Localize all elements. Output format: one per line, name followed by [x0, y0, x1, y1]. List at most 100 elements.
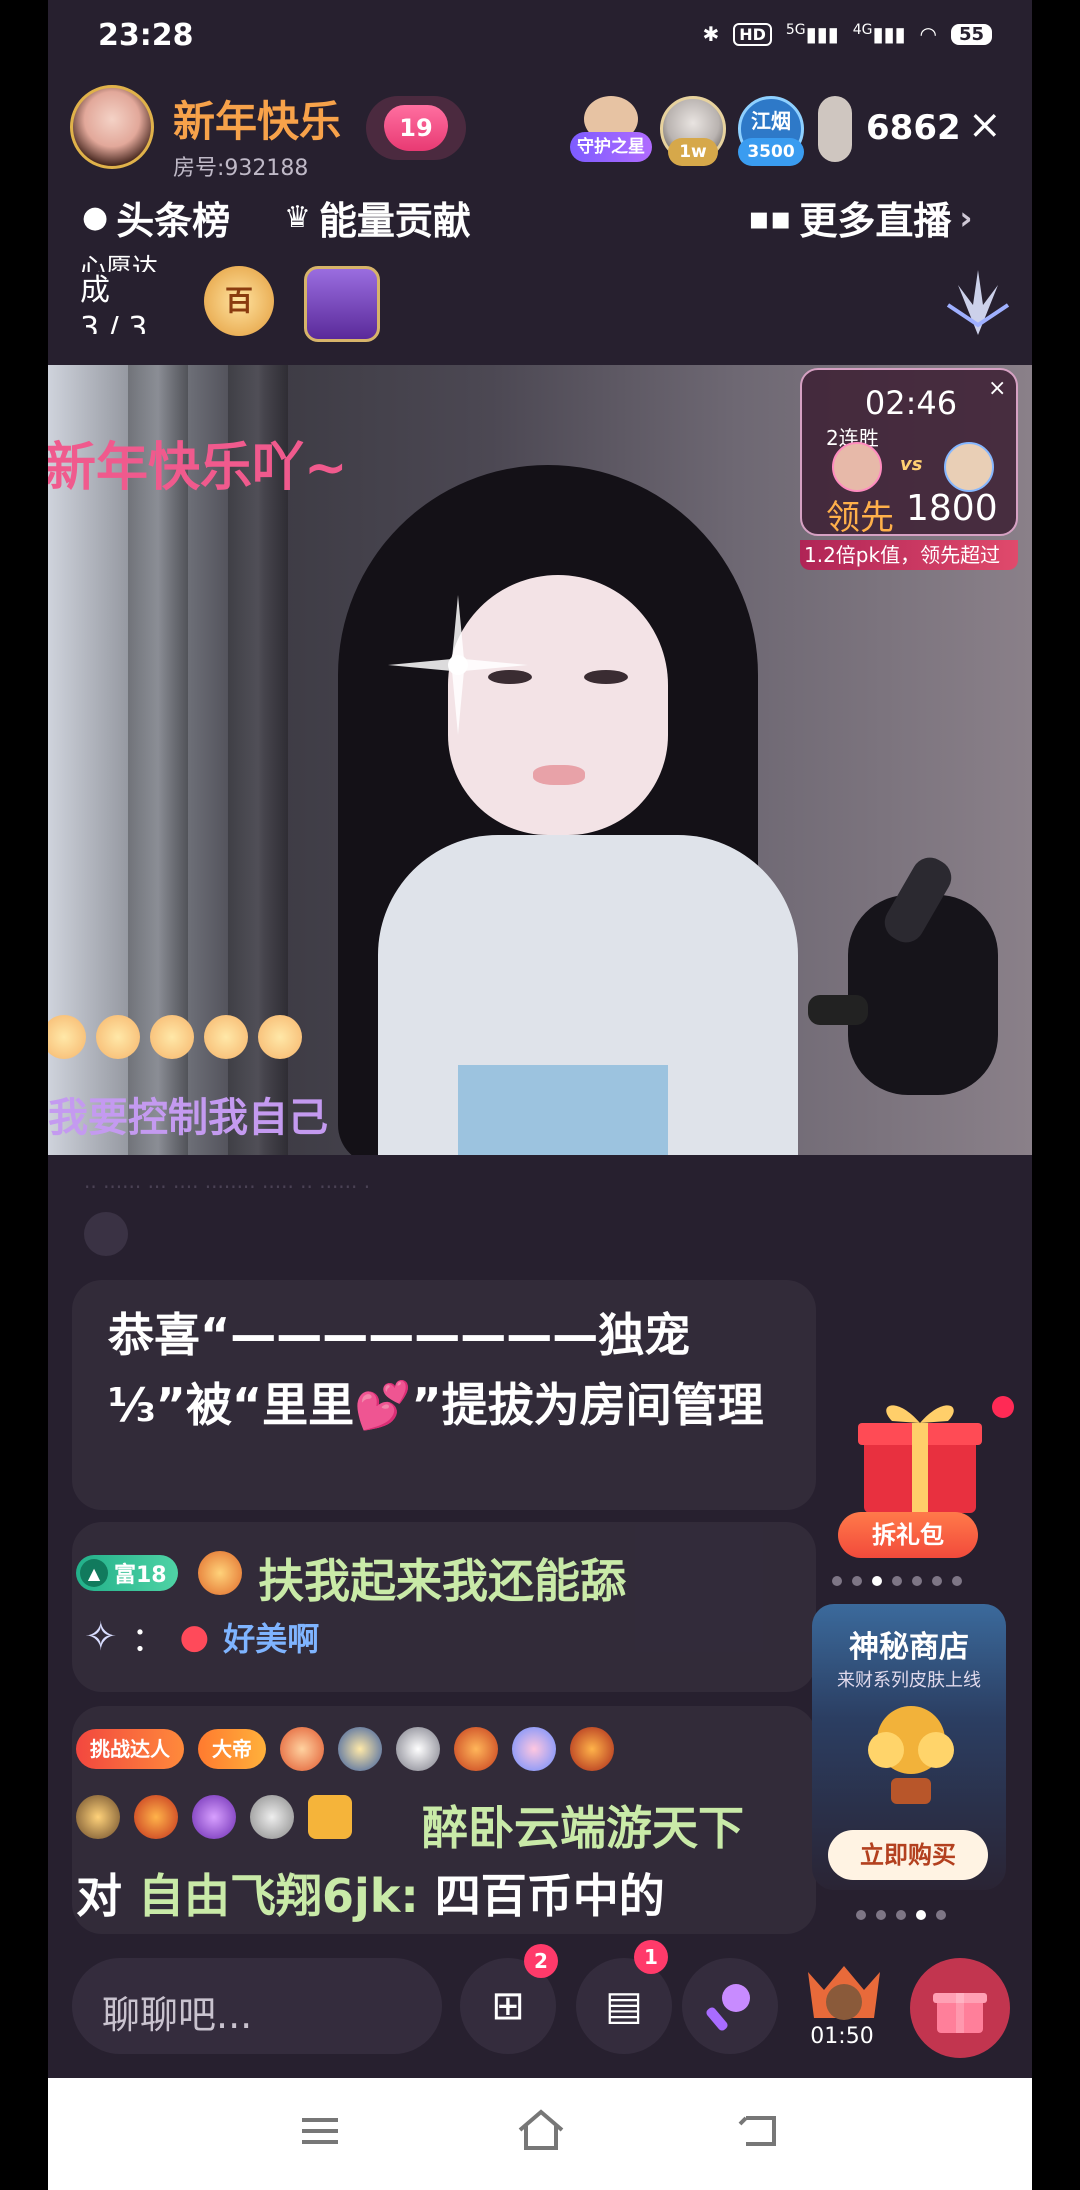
grid-icon: ▪▪: [748, 198, 792, 237]
back-icon[interactable]: [736, 2110, 780, 2150]
silver-icon: [250, 1795, 294, 1839]
guard-star[interactable]: 守护之星: [570, 96, 652, 162]
chat-reply-text: 好美啊: [223, 1619, 320, 1658]
more-live-label: 更多直播: [799, 199, 952, 243]
carousel-dot: [912, 1576, 922, 1586]
angel-wing-icon: ✧: [84, 1613, 118, 1660]
smiley-icon: [150, 1015, 194, 1059]
smiley-icon: [96, 1015, 140, 1059]
pk-lead-label: 领先: [826, 498, 894, 538]
carousel-dots: [832, 1576, 962, 1586]
headline-rank-label: 头条榜: [116, 199, 231, 243]
medal-icon[interactable]: 百: [204, 266, 274, 336]
gift-icon: [933, 1993, 987, 2033]
challenge-badge: 挑战达人: [76, 1729, 184, 1769]
carousel-dot: [916, 1910, 926, 1920]
smiley-icon: [48, 1015, 86, 1059]
room-number: 房号:932188: [173, 156, 309, 181]
viewer-avatar[interactable]: [818, 96, 852, 162]
crown-icon: ♛: [284, 200, 311, 235]
pet-icon: [512, 1727, 556, 1771]
pk-note: 1.2倍pk值，领先超过: [800, 540, 1018, 570]
carousel-dot: [892, 1576, 902, 1586]
wish-line1: 心愿达: [80, 254, 159, 272]
video-overlay-caption: 我要控制我自己: [48, 1095, 328, 1141]
eye: [584, 670, 628, 684]
streamer-name[interactable]: 新年快乐: [173, 88, 358, 149]
carousel-dot: [932, 1576, 942, 1586]
buy-now-button[interactable]: 立即购买: [828, 1830, 988, 1880]
carousel-dot: [832, 1576, 842, 1586]
chevron-right-icon: ›: [959, 198, 973, 237]
heart-level: 19: [399, 114, 433, 142]
rank-icon: [280, 1727, 324, 1771]
badge-row: 挑战达人 大帝: [76, 1727, 614, 1771]
carousel-dot: [952, 1576, 962, 1586]
shield-medal-icon[interactable]: [304, 266, 380, 342]
gem-icon: [192, 1795, 236, 1839]
smiley-icon: [258, 1015, 302, 1059]
energy-contrib-label: 能量贡献: [318, 199, 471, 243]
eagle-icon: [76, 1795, 120, 1839]
energy-contrib-button[interactable]: ♛ 能量贡献: [284, 190, 471, 245]
chat-prefix: 对: [76, 1869, 122, 1923]
chat-message-text: 对 自由飞翔6jk: 四百币中的: [76, 1860, 665, 1926]
flame-icon: ●: [82, 200, 109, 235]
pk-vs: vs: [900, 454, 923, 475]
carousel-dot: [856, 1910, 866, 1920]
signal-4g-icon: 4G▮▮▮: [852, 22, 906, 46]
sparkle-icon: [388, 595, 528, 735]
more-live-button[interactable]: ▪▪ 更多直播 ›: [748, 190, 973, 245]
carousel-dots: [856, 1910, 946, 1920]
follow-heart-button[interactable]: 19: [366, 96, 466, 160]
pk-score: 1800: [906, 488, 998, 529]
treasure-timer: 01:50: [810, 2024, 874, 2049]
microphone-icon: [706, 1984, 750, 2031]
wish-goal[interactable]: 心愿达 成 3 / 3: [80, 250, 158, 334]
chat-username[interactable]: 扶我起来我还能舔: [258, 1545, 626, 1611]
angel-wing-icon[interactable]: [938, 265, 1018, 341]
voice-mic-button[interactable]: [682, 1958, 778, 2054]
card-icon: [308, 1795, 352, 1839]
messages-badge: 1: [634, 1940, 668, 1974]
bluetooth-icon: ✱: [702, 22, 720, 46]
emperor-badge: 大帝: [198, 1729, 266, 1769]
medal-icon: [198, 1551, 242, 1595]
medal-icon: [134, 1795, 178, 1839]
gift-pack-button[interactable]: 拆礼包: [838, 1512, 978, 1558]
headline-rank-button[interactable]: ● 头条榜: [82, 190, 230, 245]
triangle-icon: ▲: [80, 1559, 108, 1587]
chat-text: 四百币中的: [418, 1869, 665, 1923]
badge-row: [76, 1795, 352, 1839]
wish-line2: 成: [80, 273, 110, 308]
close-icon[interactable]: ×: [968, 102, 1002, 148]
pin-icon: ●: [179, 1616, 210, 1657]
pk-panel[interactable]: × 02:46 2连胜 vs 领先 1800: [800, 368, 1018, 538]
heart-icon: 19: [384, 105, 448, 151]
status-icons: ✱ HD 5G▮▮▮ 4G▮▮▮ ◠ 55: [702, 22, 992, 46]
chat-mention[interactable]: 自由飞翔6jk:: [138, 1869, 419, 1923]
colon: ：: [131, 1620, 166, 1660]
chat-faint-line: ·· ······ ··· ···· ········ ····· ·· ···…: [84, 1175, 371, 1199]
video-overlay-title: 新年快乐吖~: [48, 438, 348, 498]
home-icon[interactable]: [516, 2108, 566, 2152]
viewer-count[interactable]: 6862: [866, 108, 961, 148]
guard-label: 守护之星: [570, 132, 652, 162]
app-screen: 23:28 ✱ HD 5G▮▮▮ 4G▮▮▮ ◠ 55 新年快乐 房号:9321…: [48, 0, 1032, 2190]
pk-avatar-opponent: [944, 442, 994, 492]
pk-avatar-self: [832, 442, 882, 492]
send-gift-button[interactable]: [910, 1958, 1010, 2058]
menu-icon[interactable]: [300, 2114, 340, 2148]
gift-pack-icon[interactable]: [856, 1395, 984, 1515]
shop-title: 神秘商店: [849, 1630, 969, 1665]
viewer-tag: 1w: [668, 138, 718, 166]
chat-username[interactable]: 醉卧云端游天下: [422, 1792, 744, 1858]
microphone-icon: [808, 857, 998, 1095]
pk-timer: 02:46: [864, 384, 958, 422]
sword-icon: [454, 1727, 498, 1771]
chat-message-text: 恭喜“————————独宠⅓”被“里里💕”提拔为房间管理: [108, 1308, 764, 1432]
emoji-row: [48, 1015, 302, 1059]
grid-icon: ⊞: [491, 1983, 525, 2029]
chat-bubble-icon: ▤: [605, 1983, 643, 2029]
streamer-avatar[interactable]: [70, 85, 154, 169]
